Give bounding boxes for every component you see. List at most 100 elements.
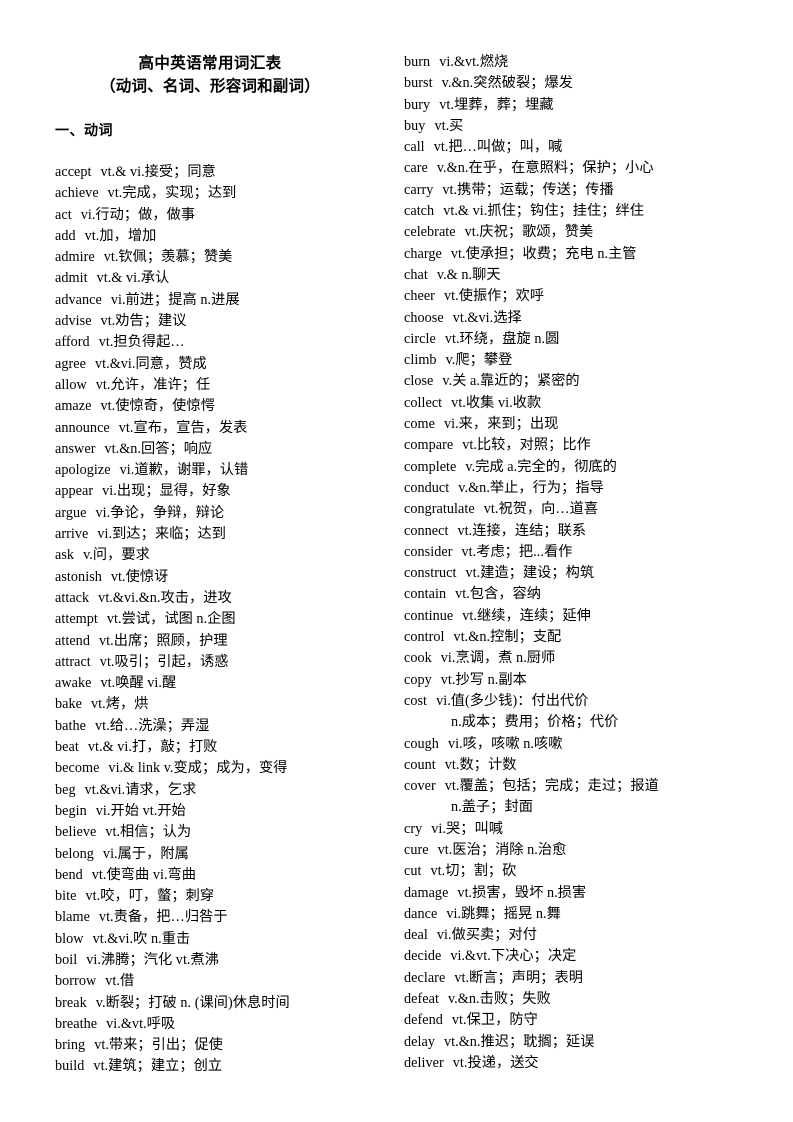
entry-headword: cough (404, 735, 439, 752)
vocabulary-entry: achieve vt.完成，实现；达到 (55, 183, 385, 204)
entry-definition: vt.完成，实现；达到 (107, 185, 237, 202)
entry-headword: burst (404, 75, 433, 92)
entry-definition: v.&n.在乎，在意照料；保护；小心 (436, 160, 654, 177)
vocabulary-entry: answer vt.&n.回答；响应 (55, 439, 385, 460)
entry-headword: deliver (404, 1054, 444, 1071)
entry-definition: vt.劝告；建议 (100, 313, 187, 330)
vocabulary-entry: accept vt.& vi.接受；同意 (55, 162, 385, 183)
entry-definition: vt.使振作；欢呼 (443, 288, 545, 305)
entry-headword: build (55, 1058, 85, 1075)
entry-headword: act (55, 206, 72, 223)
entry-headword: call (404, 139, 425, 156)
entry-definition: vt.&vi.选择 (452, 309, 522, 326)
entry-headword: bury (404, 96, 431, 113)
vocabulary-entry: deal vi.做买卖；对付 (404, 925, 764, 946)
entry-headword: belong (55, 845, 94, 862)
vocabulary-entry: bake vt.烤，烘 (55, 694, 385, 715)
entry-definition: n.盖子；封面 (451, 799, 533, 816)
entry-definition: vi.做买卖；对付 (436, 927, 538, 944)
entry-headword: contain (404, 586, 447, 603)
entry-definition: vt.使弯曲 vi.弯曲 (91, 866, 197, 883)
entry-definition: vi.到达；来临；达到 (97, 526, 227, 543)
entry-definition: vt.抄写 n.副本 (440, 671, 527, 688)
entry-headword: admit (55, 270, 88, 287)
entry-headword: blame (55, 909, 90, 926)
vocabulary-entry: cheer vt.使振作；欢呼 (404, 286, 764, 307)
vocabulary-entry: climb v.爬；攀登 (404, 350, 764, 371)
entry-definition: vt.覆盖；包括；完成；走过；报道 (444, 778, 659, 795)
vocabulary-entry: cover vt.覆盖；包括；完成；走过；报道 (404, 776, 764, 797)
vocabulary-entry: admire vt.钦佩；羡慕；赞美 (55, 247, 385, 268)
page-subtitle: （动词、名词、形容词和副词） (100, 77, 320, 95)
vocabulary-entry: attack vt.&vi.&n.攻击，进攻 (55, 588, 385, 609)
entry-headword: burn (404, 54, 431, 70)
vocabulary-entry: belong vi.属于，附属 (55, 844, 385, 865)
entry-headword: bite (55, 888, 77, 905)
vocabulary-column-left: accept vt.& vi.接受；同意 achieve vt.完成，实现；达到 act… (55, 162, 385, 1078)
vocabulary-entry: chat v.& n.聊天 (404, 265, 764, 286)
entry-headword: climb (404, 352, 437, 369)
vocabulary-entry: continue vt.继续，连续；延伸 (404, 606, 764, 627)
vocabulary-entry: apologize vi.道歉，谢罪，认错 (55, 460, 385, 481)
entry-definition: vt.加，增加 (84, 227, 157, 244)
entry-definition: vt.& vi.接受；同意 (100, 164, 216, 180)
entry-headword: cure (404, 841, 429, 858)
vocabulary-entry: astonish vt.使惊讶 (55, 567, 385, 588)
entry-headword: chat (404, 266, 428, 283)
entry-headword: attack (55, 589, 90, 606)
vocabulary-entry: awake vt.唤醒 vi.醒 (55, 673, 385, 694)
entry-headword: care (404, 160, 428, 177)
entry-headword: advise (55, 313, 92, 330)
vocabulary-entry: borrow vt.借 (55, 971, 385, 992)
entry-definition: vt.使惊讶 (110, 568, 169, 585)
vocabulary-entry: call vt.把…叫做；叫，喊 (404, 137, 764, 158)
entry-definition: vi.&vt.下决心；决定 (450, 948, 577, 965)
entry-headword: bend (55, 866, 83, 883)
entry-headword: attract (55, 653, 91, 670)
entry-definition: vt.考虑；把...看作 (461, 543, 573, 560)
vocabulary-entry: decide vi.&vt.下决心；决定 (404, 946, 764, 967)
vocabulary-entry: bite vt.咬，叮，螫；刺穿 (55, 886, 385, 907)
entry-headword: collect (404, 394, 443, 411)
entry-headword: amaze (55, 398, 92, 415)
entry-definition: vt.包含，容纳 (455, 586, 542, 603)
entry-definition: v.&n.击败；失败 (447, 991, 551, 1008)
vocabulary-entry: advise vt.劝告；建议 (55, 311, 385, 332)
entry-definition: vt.环绕，盘旋 n.圆 (444, 330, 560, 347)
entry-headword: celebrate (404, 224, 456, 241)
entry-headword: allow (55, 376, 87, 393)
entry-headword: defend (404, 1012, 443, 1029)
entry-headword: construct (404, 565, 457, 582)
vocabulary-entry: admit vt.& vi.承认 (55, 268, 385, 289)
vocabulary-entry: advance vi.前进；提高 n.进展 (55, 290, 385, 311)
vocabulary-entry: cough vi.咳，咳嗽 n.咳嗽 (404, 734, 764, 755)
vocabulary-entry: construct vt.建造；建设；构筑 (404, 563, 764, 584)
vocabulary-column-right: burn vi.&vt.燃烧 burst v.&n.突然破裂；爆发 bury vt.埋葬，… (404, 52, 764, 1074)
entry-headword: cry (404, 820, 423, 837)
entry-definition: vt.建筑；建立；创立 (93, 1058, 223, 1075)
entry-headword: announce (55, 419, 110, 436)
entry-definition: vt.损害，毁坏 n.损害 (457, 884, 587, 901)
entry-definition: vt.担负得起… (98, 334, 185, 351)
vocabulary-entry: ask v.问，要求 (55, 545, 385, 566)
vocabulary-entry: consider vt.考虑；把...看作 (404, 542, 764, 563)
entry-headword: control (404, 629, 445, 646)
entry-definition: vt.&vi.吹 n.重击 (92, 930, 191, 947)
vocabulary-entry: delay vt.&n.推迟；耽搁；延误 (404, 1032, 764, 1053)
entry-definition: vi.争论，争辩，辩论 (95, 504, 225, 521)
vocabulary-entry-continuation: n.成本；费用；价格；代价 (404, 712, 764, 733)
vocabulary-entry: afford vt.担负得起… (55, 332, 385, 353)
vocabulary-entry: deliver vt.投递，送交 (404, 1053, 764, 1074)
vocabulary-entry: bury vt.埋葬，葬；埋藏 (404, 95, 764, 116)
entry-headword: answer (55, 440, 96, 457)
entry-definition: vt.使承担；收费；充电 n.主管 (450, 245, 637, 262)
entry-headword: advance (55, 291, 102, 308)
entry-definition: vi.沸腾；汽化 vt.煮沸 (86, 951, 220, 968)
vocabulary-entry: blow vt.&vi.吹 n.重击 (55, 929, 385, 950)
entry-headword: cut (404, 863, 422, 880)
entry-headword: achieve (55, 185, 99, 202)
entry-definition: v.断裂；打破 n. (课间)休息时间 (95, 994, 290, 1011)
vocabulary-entry: cure vt.医治；消除 n.治愈 (404, 840, 764, 861)
title-block: 高中英语常用词汇表 （动词、名词、形容词和副词） (55, 52, 365, 98)
entry-definition: vt.带来；引出；促使 (94, 1037, 223, 1054)
